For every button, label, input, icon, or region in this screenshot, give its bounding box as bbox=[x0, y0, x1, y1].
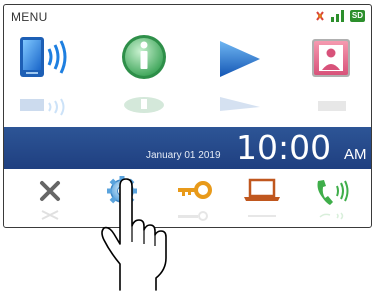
sd-card-icon: SD bbox=[349, 10, 365, 22]
info-icon bbox=[122, 35, 166, 113]
main-app-row bbox=[4, 31, 371, 127]
status-bar: MENU SD bbox=[4, 5, 371, 27]
handset-signal-icon bbox=[317, 180, 349, 220]
laptop-button[interactable] bbox=[240, 175, 284, 225]
close-icon bbox=[40, 181, 60, 220]
key-icon bbox=[178, 181, 212, 221]
key-button[interactable] bbox=[172, 175, 216, 225]
info-button[interactable] bbox=[112, 31, 176, 125]
utility-row bbox=[4, 169, 371, 227]
signal-strength-icon bbox=[330, 10, 344, 22]
ampm-label: AM bbox=[344, 146, 367, 163]
clock-bar: January 01 2019 10:00 AM bbox=[4, 127, 371, 169]
laptop-icon bbox=[244, 178, 280, 217]
hand-pointer-icon bbox=[101, 178, 167, 291]
close-button[interactable] bbox=[28, 175, 72, 225]
menu-screen: MENU SD January 01 2019 10:00 AM bbox=[3, 4, 372, 228]
menu-title: MENU bbox=[11, 10, 48, 24]
handset-button[interactable] bbox=[310, 175, 354, 225]
phone-wireless-icon bbox=[20, 37, 67, 116]
date-label: January 01 2019 bbox=[146, 150, 221, 161]
play-icon bbox=[220, 41, 260, 111]
phone-wireless-button[interactable] bbox=[16, 31, 80, 125]
play-button[interactable] bbox=[208, 31, 272, 125]
contact-card-icon bbox=[312, 39, 350, 111]
contact-button[interactable] bbox=[304, 31, 368, 125]
status-icons: SD bbox=[314, 9, 365, 23]
no-alert-icon bbox=[316, 11, 324, 21]
time-label: 10:00 bbox=[236, 128, 332, 167]
